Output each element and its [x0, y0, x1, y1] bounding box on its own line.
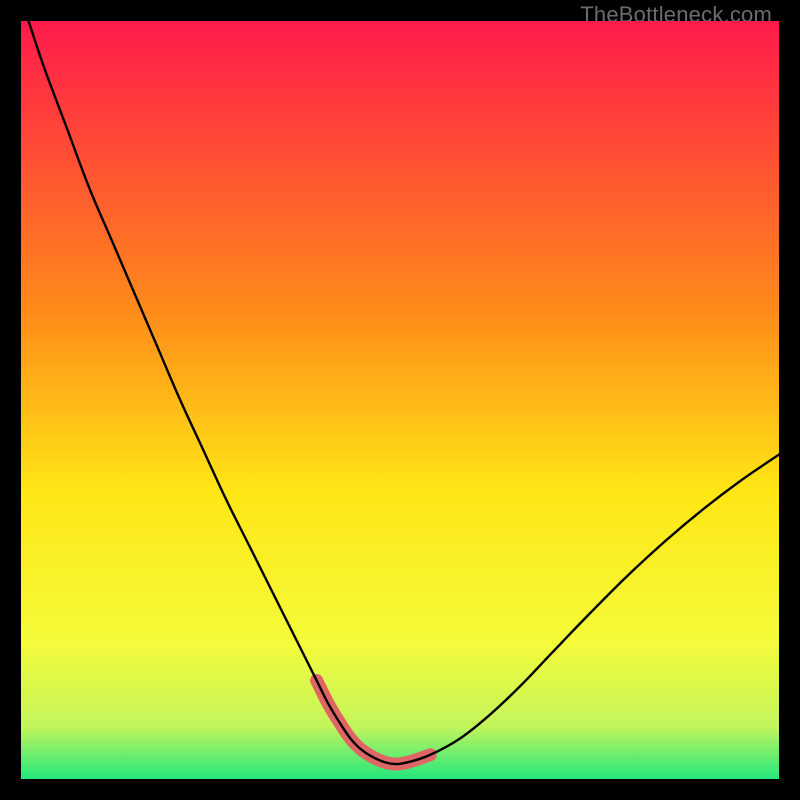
outer-frame: TheBottleneck.com [0, 0, 800, 800]
bottleneck-chart [21, 21, 779, 779]
gradient-background [21, 21, 779, 779]
plot-area [21, 21, 779, 779]
